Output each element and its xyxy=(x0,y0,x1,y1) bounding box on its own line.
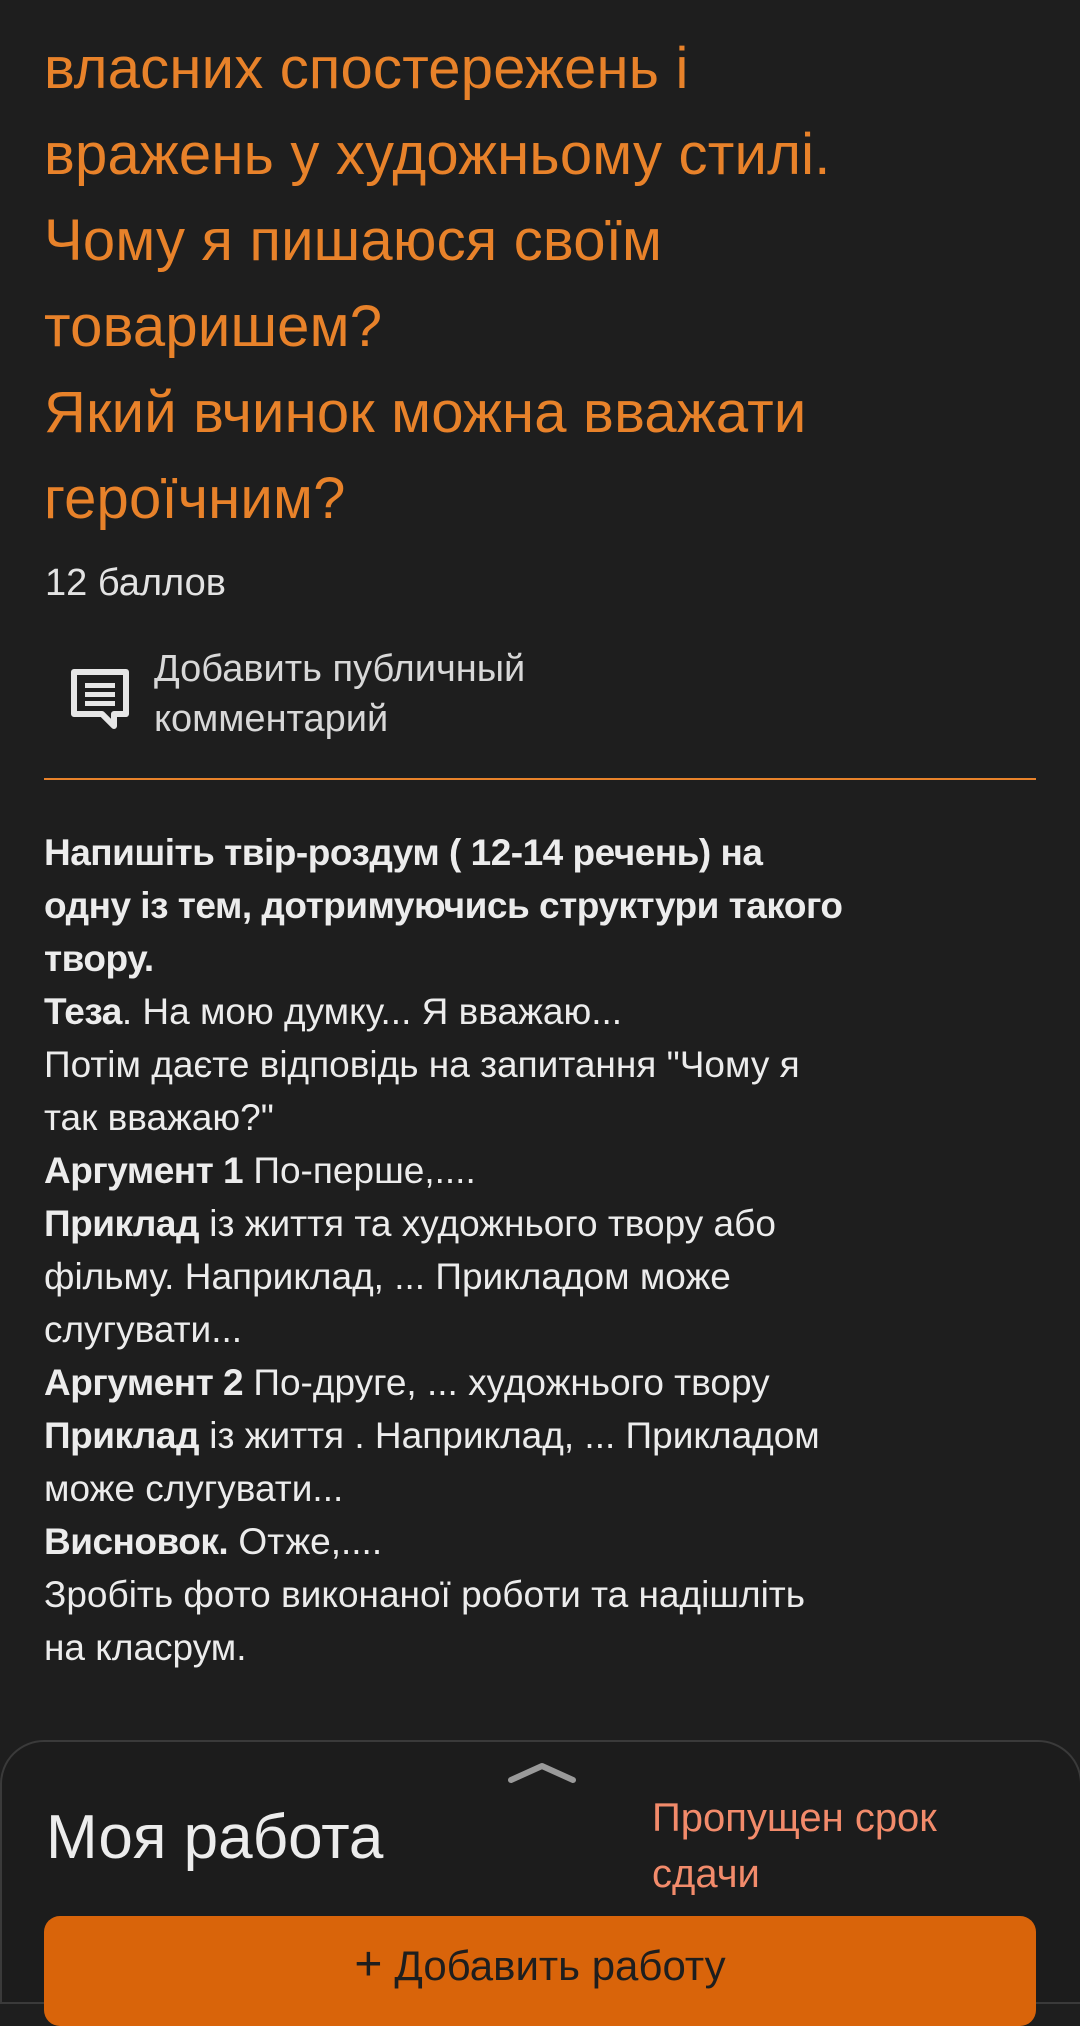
example1-text: фільму. Наприклад, ... Прикладом може xyxy=(44,1256,731,1297)
thesis-note: так вважаю?" xyxy=(44,1097,274,1138)
example1-label: Приклад xyxy=(44,1203,199,1244)
argument1-label: Аргумент 1 xyxy=(44,1150,244,1191)
thesis-text: . На мою думку... Я вважаю... xyxy=(121,991,623,1032)
instructions-footer: на класрум. xyxy=(44,1627,247,1668)
assignment-title: власних спостережень і вражень у художнь… xyxy=(44,26,1054,542)
example2-text: із життя . Наприклад, ... Прикладом xyxy=(198,1415,820,1456)
title-line: Який вчинок можна вважати xyxy=(44,380,807,445)
chevron-up-icon[interactable] xyxy=(507,1760,577,1784)
argument2-text: По-друге, ... художнього твору xyxy=(243,1362,770,1403)
conclusion-label: Висновок. xyxy=(44,1521,229,1562)
plus-icon: + xyxy=(354,1938,383,1991)
title-line: товаришем? xyxy=(44,294,383,359)
argument1-text: По-перше,.... xyxy=(243,1150,476,1191)
points-label: 12 баллов xyxy=(45,562,226,604)
assignment-instructions: Напишіть твір-роздум ( 12-14 речень) на … xyxy=(44,826,1044,1674)
instructions-intro: твору. xyxy=(44,938,154,979)
title-line: Чому я пишаюся своїм xyxy=(44,208,663,273)
example2-text: може слугувати... xyxy=(44,1468,344,1509)
example1-text: слугувати... xyxy=(44,1309,243,1350)
title-line: вражень у художньому стилі. xyxy=(44,122,831,187)
add-comment-label: Добавить публичный комментарий xyxy=(154,648,526,740)
my-work-title: Моя работа xyxy=(46,1803,384,1872)
example1-text: із життя та художнього твору або xyxy=(198,1203,776,1244)
conclusion-text: Отже,.... xyxy=(228,1521,383,1562)
comment-icon xyxy=(70,668,130,730)
instructions-footer: Зробіть фото виконаної роботи та надішлі… xyxy=(44,1574,806,1615)
missed-deadline-status: Пропущен срок сдачи xyxy=(652,1796,937,1896)
add-work-button[interactable]: + Добавить работу xyxy=(44,1916,1036,2026)
thesis-label: Теза xyxy=(44,991,122,1032)
instructions-intro: Напишіть твір-роздум ( 12-14 речень) на xyxy=(44,832,763,873)
argument2-label: Аргумент 2 xyxy=(44,1362,244,1403)
instructions-intro: одну із тем, дотримуючись структури тако… xyxy=(44,885,843,926)
add-work-label: Добавить работу xyxy=(394,1942,726,1989)
title-line: героїчним? xyxy=(44,466,346,531)
example2-label: Приклад xyxy=(44,1415,199,1456)
title-line: власних спостережень і xyxy=(44,36,689,101)
add-public-comment-button[interactable]: Добавить публичный комментарий xyxy=(44,640,1034,760)
divider xyxy=(44,778,1036,780)
thesis-note: Потім даєте відповідь на запитання "Чому… xyxy=(44,1044,800,1085)
